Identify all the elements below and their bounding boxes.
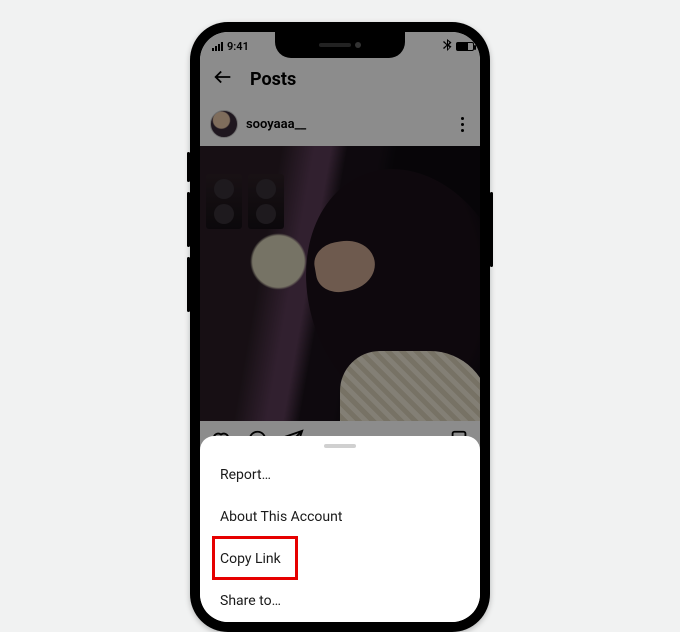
side-button [187, 192, 190, 247]
phone-frame: 9:41 Posts sooyaaa__ [190, 22, 490, 632]
sheet-item[interactable]: Copy Link [200, 538, 480, 580]
side-button [187, 257, 190, 312]
action-sheet: Report…About This AccountCopy LinkShare … [200, 436, 480, 622]
back-icon[interactable] [212, 66, 234, 92]
screen: 9:41 Posts sooyaaa__ [200, 32, 480, 622]
page-title: Posts [250, 69, 296, 90]
post-header: sooyaaa__ [200, 102, 480, 146]
avatar[interactable] [210, 110, 238, 138]
sheet-grabber-icon[interactable] [324, 444, 356, 448]
bluetooth-icon [443, 39, 452, 54]
side-button [187, 152, 190, 182]
more-options-icon[interactable] [455, 111, 470, 138]
notch [275, 32, 405, 58]
side-button [490, 192, 493, 267]
sheet-item[interactable]: Share to… [200, 580, 480, 622]
signal-icon [212, 42, 223, 51]
sheet-item[interactable]: Report… [200, 454, 480, 496]
status-time: 9:41 [227, 40, 249, 53]
sheet-item[interactable]: About This Account [200, 496, 480, 538]
app-header: Posts [200, 60, 480, 102]
battery-icon [456, 42, 474, 51]
post-image[interactable] [200, 146, 480, 421]
username[interactable]: sooyaaa__ [246, 117, 455, 132]
